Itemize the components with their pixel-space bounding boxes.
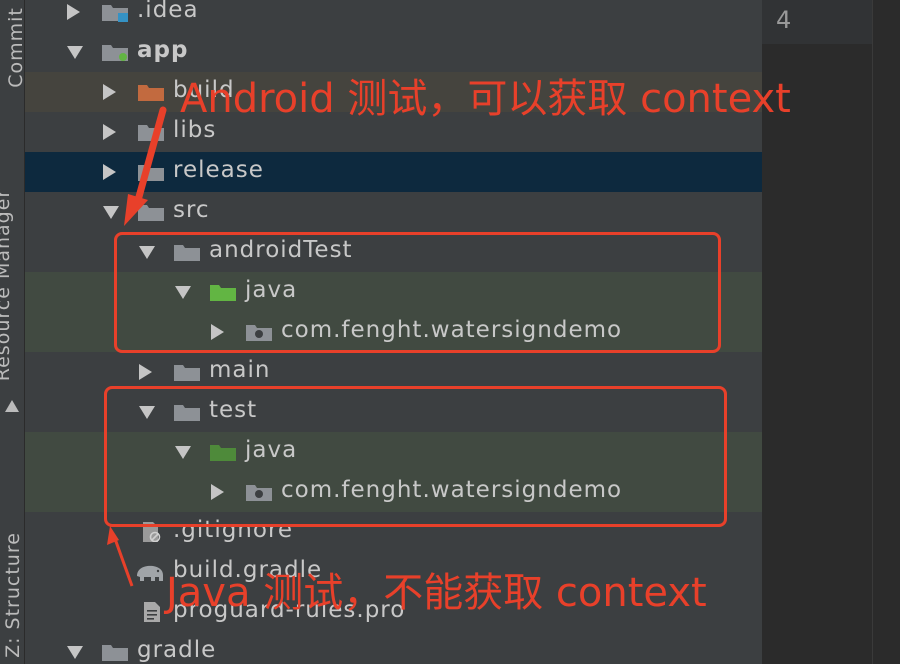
tree-row-release[interactable]: release	[25, 152, 762, 192]
tree-row-label: src	[173, 197, 210, 223]
idea-folder-icon	[102, 5, 128, 22]
tree-row-gradle[interactable]: gradle	[25, 632, 762, 664]
tree-row-src[interactable]: src	[25, 192, 762, 232]
tree-row-idea[interactable]: .idea	[25, 0, 762, 32]
tree-row-label: app	[137, 37, 189, 63]
tree-row-label: .idea	[137, 0, 199, 23]
expand-arrow-icon[interactable]	[103, 84, 116, 100]
android-test-highlight-box	[114, 232, 721, 353]
structure-tab[interactable]: Z: Structure	[2, 532, 24, 658]
resource-manager-icon	[5, 400, 19, 412]
tree-row-label: gradle	[137, 637, 217, 663]
left-tool-strip: Commit Resource Manager Z: Structure	[0, 0, 27, 664]
folder-icon	[138, 165, 164, 181]
editor-gutter: 4	[762, 0, 872, 44]
collapse-arrow-icon[interactable]	[103, 206, 119, 219]
expand-arrow-icon[interactable]	[103, 124, 116, 140]
tree-row-label: main	[209, 357, 271, 383]
expand-arrow-icon[interactable]	[139, 364, 152, 380]
folder-icon	[138, 125, 164, 141]
folder-icon	[102, 645, 128, 661]
folder-icon	[138, 205, 164, 221]
gutter-divider	[872, 0, 873, 664]
resource-manager-tab[interactable]: Resource Manager	[0, 189, 14, 381]
commit-tab[interactable]: Commit	[5, 7, 27, 95]
folder-icon	[174, 365, 200, 381]
collapse-arrow-icon[interactable]	[67, 646, 83, 659]
expand-arrow-icon[interactable]	[103, 164, 116, 180]
android-test-note: Android 测试，可以获取 context	[180, 76, 791, 122]
expand-arrow-icon[interactable]	[67, 4, 80, 20]
gradle-elephant-icon	[137, 565, 163, 581]
excluded-folder-icon	[138, 85, 164, 101]
text-file-icon	[144, 602, 160, 622]
module-folder-icon	[102, 45, 128, 61]
java-test-note: Java 测试，不能获取 context	[166, 570, 707, 616]
unit-test-highlight-box	[104, 386, 727, 527]
collapse-arrow-icon[interactable]	[67, 46, 83, 59]
line-number: 4	[776, 6, 792, 34]
tree-row-label: release	[173, 157, 264, 183]
